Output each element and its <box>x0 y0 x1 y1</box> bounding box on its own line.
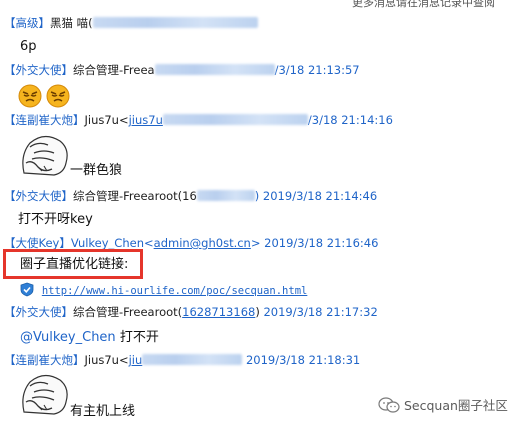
sender-name[interactable]: Jius7u< <box>85 353 129 367</box>
sender-role: 【连副崔大炮】 <box>4 353 85 367</box>
url-link[interactable]: http://www.hi-ourlife.com/poc/secquan.ht… <box>42 285 308 297</box>
sender-name[interactable]: Vulkey_Chen< <box>71 236 154 250</box>
sender-qq-link[interactable]: 1628713168 <box>182 305 255 319</box>
sender-role: 【外交大使】 <box>4 305 73 319</box>
message-time: /3/18 21:14:16 <box>307 113 393 127</box>
message-text: 6p <box>20 39 37 54</box>
message-header: 【连副崔大炮】Jius7u<jius7u/3/18 21:14:16 <box>4 113 393 127</box>
message-header: 【外交大使】综合管理-Freea/3/18 21:13:57 <box>4 63 360 77</box>
sender-email-link[interactable]: jius7u <box>129 113 163 127</box>
sender-name[interactable]: 综合管理-Freearoot(16 <box>73 189 197 203</box>
message-text: 打不开 <box>119 330 159 345</box>
sender-role: 【连副崔大炮】 <box>4 113 85 127</box>
message-time: /3/18 21:13:57 <box>274 63 360 77</box>
name-suffix: > <box>250 236 261 250</box>
message-header: 【外交大使】综合管理-Freearoot(1628713168) 2019/3/… <box>4 305 378 319</box>
message-time: 2019/3/18 21:18:31 <box>245 353 361 367</box>
emoji-row <box>18 83 74 112</box>
sender-name[interactable]: Jius7u< <box>85 113 129 127</box>
message-time: 2019/3/18 21:17:32 <box>263 305 378 319</box>
sender-name[interactable]: 黑猫 喵( <box>50 16 93 30</box>
sender-name[interactable]: 综合管理-Freea <box>73 63 155 77</box>
redacted-text <box>154 64 275 75</box>
message-header: 【大使Key】Vulkey_Chen<admin@gh0st.cn> 2019/… <box>4 236 378 250</box>
link-row: http://www.hi-ourlife.com/poc/secquan.ht… <box>20 282 307 297</box>
message-text: 打不开呀key <box>18 212 93 227</box>
redacted-text <box>92 17 258 28</box>
message-header: 【连副崔大炮】Jius7u<jiu 2019/3/18 21:18:31 <box>4 353 360 367</box>
sender-email-link[interactable]: admin@gh0st.cn <box>154 236 251 250</box>
facepalm-meme-icon <box>22 374 68 415</box>
watermark-text: Secquan圈子社区 <box>403 398 508 413</box>
message-time: ) 2019/3/18 21:14:46 <box>254 189 378 203</box>
sender-role: 【外交大使】 <box>4 189 73 203</box>
smirk-emoji-icon <box>18 84 70 108</box>
message-header: 【高级】黑猫 喵( <box>4 16 258 30</box>
message-text: 圈子直播优化链接: <box>20 257 129 272</box>
sender-role: 【外交大使】 <box>4 63 73 77</box>
shield-icon <box>20 282 34 297</box>
redacted-text <box>196 190 255 201</box>
redacted-text <box>142 354 243 365</box>
sender-name[interactable]: 综合管理-Freearoot( <box>73 305 182 319</box>
sender-email-link[interactable]: jiu <box>129 353 143 367</box>
message-text: 有主机上线 <box>70 404 136 419</box>
sender-role: 【大使Key】 <box>4 236 71 250</box>
sender-role: 【高级】 <box>4 16 50 30</box>
message-body: @Vulkey_Chen 打不开 <box>20 330 159 346</box>
facepalm-meme-icon <box>22 135 68 176</box>
mention[interactable]: @Vulkey_Chen <box>20 330 116 345</box>
name-suffix: ) <box>255 305 260 319</box>
watermark: Secquan圈子社区 <box>378 395 508 414</box>
message-time: 2019/3/18 21:16:46 <box>264 236 379 250</box>
message-text: 一群色狼 <box>70 163 123 178</box>
meme-sticker <box>18 133 70 182</box>
meme-sticker <box>18 372 70 421</box>
wechat-icon <box>378 397 400 413</box>
message-header: 【外交大使】综合管理-Freearoot(16 ) 2019/3/18 21:14… <box>4 189 377 203</box>
redacted-text <box>162 114 308 125</box>
history-note: 更多消息请在消息记录中查阅 <box>352 0 495 9</box>
